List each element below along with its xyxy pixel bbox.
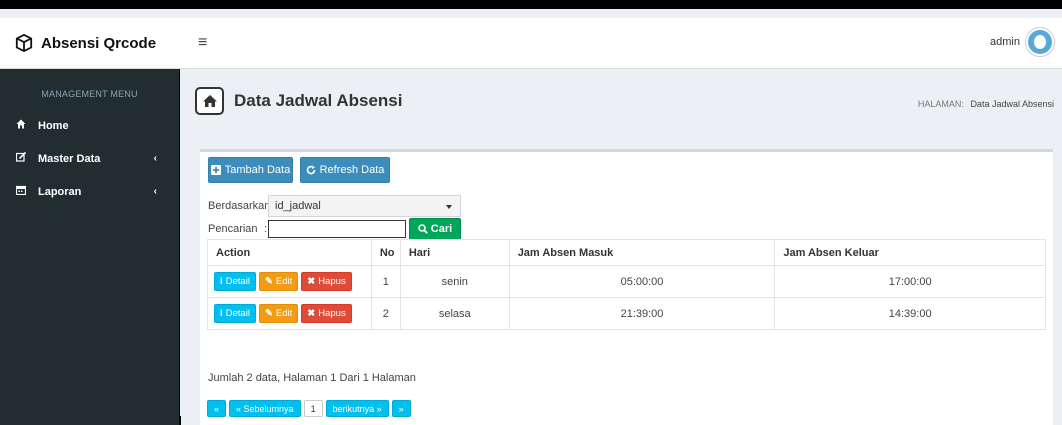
- calendar-icon: [15, 185, 32, 198]
- schedule-table: Action No Hari Jam Absen Masuk Jam Absen…: [207, 239, 1046, 330]
- data-panel: Tambah Data Refresh Data Berdasarkan : i…: [200, 149, 1053, 425]
- first-page-button[interactable]: «: [207, 400, 227, 417]
- row-actions: i Detail ✎ Edit ✖ Hapus: [207, 265, 372, 298]
- brand[interactable]: Absensi Qrcode: [0, 18, 180, 69]
- times-icon: ✖: [307, 308, 316, 319]
- refresh-data-button[interactable]: Refresh Data: [300, 157, 390, 183]
- edit-button[interactable]: ✎ Edit: [258, 304, 299, 323]
- chevron-left-icon: ‹: [153, 186, 157, 197]
- delete-button[interactable]: ✖ Hapus: [301, 304, 352, 323]
- column-header: No: [370, 239, 401, 266]
- cell-jam-masuk: 05:00:00: [508, 265, 776, 298]
- sidebar-item-label: Home: [38, 119, 69, 132]
- breadcrumb-label: HALAMAN:: [917, 99, 964, 109]
- sidebar-item-home[interactable]: Home: [0, 109, 179, 142]
- edit-icon: ✎: [264, 308, 273, 319]
- search-button[interactable]: Cari: [409, 218, 461, 240]
- page-title: Data Jadwal Absensi: [234, 91, 403, 110]
- avatar: [1026, 28, 1054, 56]
- cell-no: 2: [370, 297, 401, 330]
- chevron-left-icon: ‹: [153, 153, 157, 164]
- edit-button[interactable]: ✎ Edit: [258, 272, 299, 291]
- sidebar-header: MANAGEMENT MENU: [41, 89, 138, 99]
- table-row: i Detail ✎ Edit ✖ Hapus 2 selasa 21:39:00 14:…: [207, 297, 1046, 330]
- detail-button[interactable]: i Detail: [214, 272, 256, 291]
- table-header-row: Action No Hari Jam Absen Masuk Jam Absen…: [207, 239, 1046, 266]
- column-header: Action: [207, 239, 372, 266]
- topbar: Absensi Qrcode ≡ admin: [0, 18, 1062, 69]
- edit-icon: [15, 151, 32, 165]
- delete-button[interactable]: ✖ Hapus: [301, 272, 352, 291]
- user-name: admin: [990, 36, 1020, 48]
- search-icon: [417, 224, 428, 234]
- prev-page-button[interactable]: « Sebelumnya: [229, 400, 301, 417]
- refresh-data-label: Refresh Data: [319, 164, 385, 176]
- times-icon: ✖: [307, 276, 316, 287]
- table-row: i Detail ✎ Edit ✖ Hapus 1 senin 05:00:00 17:0…: [207, 265, 1046, 298]
- cell-jam-keluar: 17:00:00: [774, 265, 1046, 298]
- last-page-button[interactable]: »: [391, 400, 411, 417]
- table-summary: Jumlah 2 data, Halaman 1 Dari 1 Halaman: [208, 372, 416, 384]
- sidebar-item-label: Master Data: [38, 152, 101, 165]
- cell-jam-keluar: 14:39:00: [774, 297, 1046, 330]
- add-data-label: Tambah Data: [224, 164, 291, 176]
- plus-square-icon: [210, 165, 221, 175]
- user-menu[interactable]: admin: [990, 28, 1054, 56]
- sidebar-item-laporan[interactable]: Laporan ‹: [0, 175, 179, 208]
- home-icon: [16, 119, 32, 132]
- search-input[interactable]: [268, 220, 406, 238]
- home-icon: [195, 87, 224, 115]
- column-header: Jam Absen Keluar: [774, 239, 1046, 266]
- chevron-down-icon: [446, 205, 452, 209]
- hamburger-menu-icon[interactable]: ≡: [198, 34, 207, 52]
- page-header: Data Jadwal Absensi: [195, 87, 403, 115]
- info-icon: i: [220, 308, 223, 319]
- next-page-button[interactable]: berikutnya »: [325, 400, 389, 417]
- cell-hari: selasa: [399, 297, 510, 330]
- column-header: Hari: [399, 239, 510, 266]
- current-page[interactable]: 1: [303, 400, 323, 417]
- edit-icon: ✎: [264, 276, 273, 287]
- app-window: Absensi Qrcode ≡ admin MANAGEMENT MENU H…: [0, 0, 1062, 425]
- search-label: Pencarian:: [208, 223, 268, 235]
- column-header: Jam Absen Masuk: [508, 239, 776, 266]
- row-actions: i Detail ✎ Edit ✖ Hapus: [207, 297, 372, 330]
- brand-title: Absensi Qrcode: [41, 34, 157, 52]
- sort-label: Berdasarkan :: [208, 200, 277, 212]
- search-button-label: Cari: [430, 223, 453, 235]
- navbar: ≡ admin: [180, 18, 1062, 69]
- pagination: « « Sebelumnya 1 berikutnya » »: [207, 400, 414, 417]
- main-content: Data Jadwal Absensi HALAMAN: Data Jadwal…: [181, 69, 1062, 425]
- cell-hari: senin: [399, 265, 510, 298]
- refresh-icon: [306, 165, 315, 175]
- cube-icon: [15, 34, 33, 52]
- sidebar-item-master-data[interactable]: Master Data ‹: [0, 142, 179, 175]
- cell-no: 1: [370, 265, 401, 298]
- add-data-button[interactable]: Tambah Data: [208, 157, 293, 183]
- sort-select-value: id_jadwal: [275, 200, 321, 212]
- info-icon: i: [220, 276, 223, 287]
- detail-button[interactable]: i Detail: [214, 304, 256, 323]
- sidebar: MANAGEMENT MENU Home Master Data ‹ Lapor…: [0, 69, 180, 425]
- cell-jam-masuk: 21:39:00: [508, 297, 776, 330]
- sidebar-item-label: Laporan: [38, 185, 82, 198]
- breadcrumb-current[interactable]: Data Jadwal Absensi: [970, 99, 1054, 109]
- sort-select[interactable]: id_jadwal: [268, 195, 461, 217]
- breadcrumb: HALAMAN: Data Jadwal Absensi: [918, 99, 1054, 109]
